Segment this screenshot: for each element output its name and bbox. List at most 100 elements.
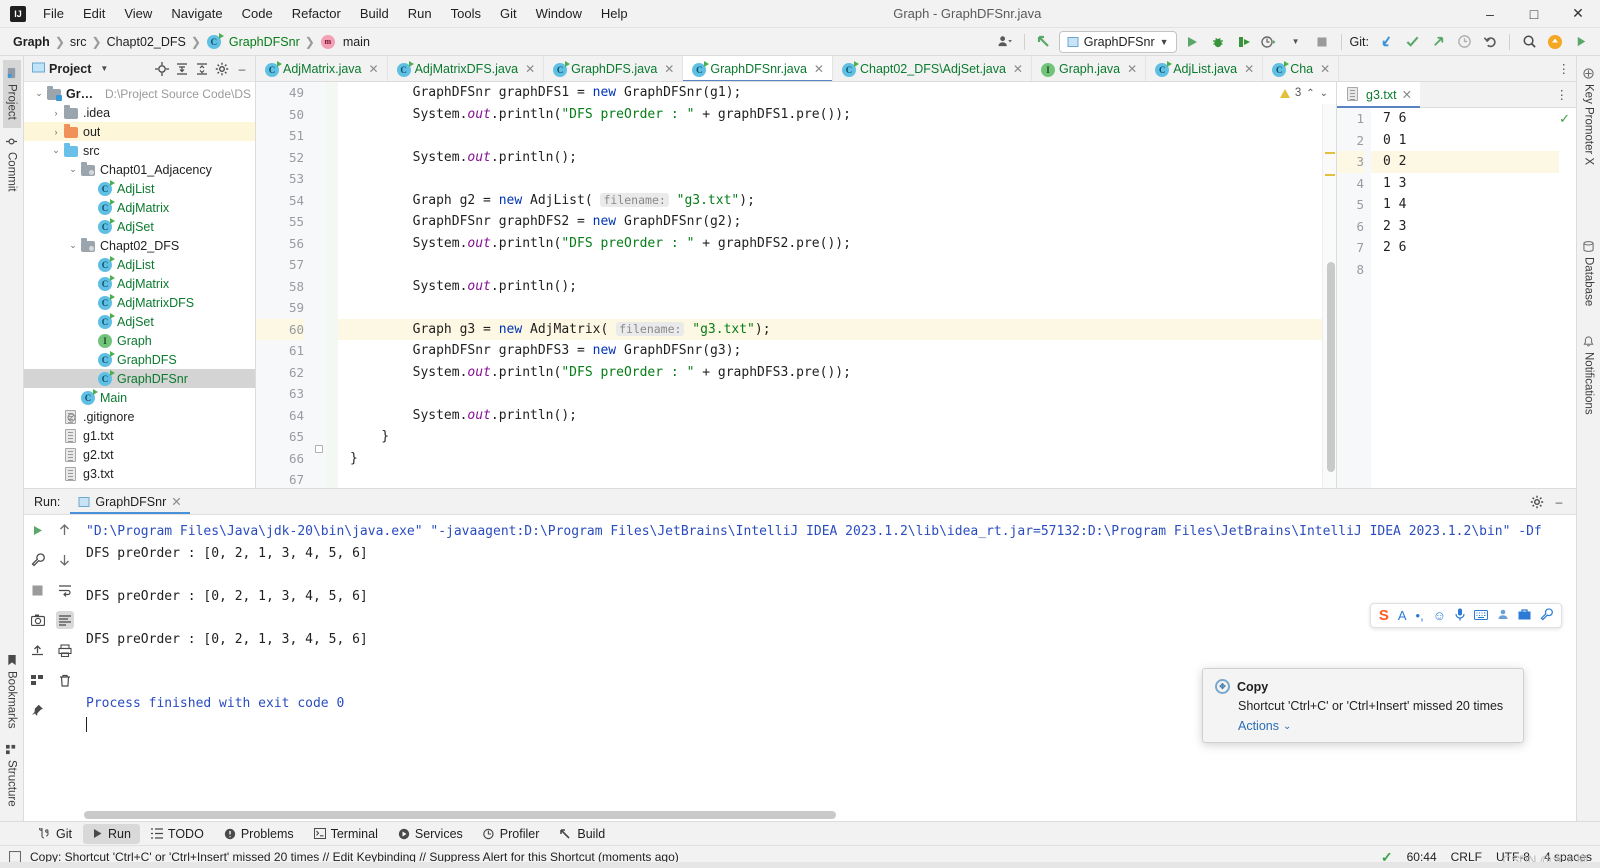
sidebar-item-structure[interactable]: Structure [3,736,21,815]
tree-item-main[interactable]: C Main [24,388,255,407]
tree-item-out[interactable]: › out [24,122,255,141]
tree-item-adjset[interactable]: C AdjSet [24,312,255,331]
sidebar-item-project[interactable]: Project [2,60,21,128]
more-tabs-icon[interactable]: ⋮ [1552,56,1577,81]
up-arrow-icon[interactable] [56,521,74,539]
code-content[interactable]: GraphDFSnr graphDFS1 = new GraphDFSnr(g1… [338,82,1322,488]
editor-tab-bar[interactable]: C AdjMatrix.java ✕ C AdjMatrixDFS.java ✕ C Grap… [256,56,1576,82]
tree-item-g2-txt[interactable]: g2.txt [24,445,255,464]
tree-item--gitignore[interactable]: .gitignore [24,407,255,426]
code-line[interactable]: System.out.println(); [350,147,1322,169]
hide-pane-icon[interactable]: – [1550,493,1568,511]
run-configuration-selector[interactable]: GraphDFSnr ▼ [1058,30,1177,53]
secondary-editor-body[interactable]: 1 2 3 4 5 6 7 8 7 60 10 21 31 42 32 6 ✓ [1337,108,1576,488]
menu-navigate[interactable]: Navigate [162,2,231,25]
git-commit-icon[interactable] [1401,31,1423,53]
tool-window-build[interactable]: Build [550,824,614,844]
tool-window-bar[interactable]: Git Run TODO Problems Terminal Services … [0,821,1600,845]
debug-icon[interactable] [1207,31,1229,53]
code-line[interactable] [350,254,1322,276]
tree-item-adjlist[interactable]: C AdjList [24,179,255,198]
breadcrumb-graph[interactable]: Graph [10,33,53,51]
git-push-icon[interactable] [1427,31,1449,53]
code-line[interactable]: System.out.println("DFS preOrder : " + g… [350,104,1322,126]
sidebar-item-commit[interactable]: Commit [3,128,21,200]
down-arrow-icon[interactable] [56,551,74,569]
collapse-all-icon[interactable] [193,60,211,78]
tree-item-graphdfs[interactable]: C GraphDFS [24,350,255,369]
code-line[interactable] [350,469,1322,488]
maximize-button[interactable]: □ [1512,0,1556,28]
settings-icon[interactable] [1528,493,1546,511]
sidebar-item-notifications[interactable]: Notifications [1580,328,1598,423]
ime-floating-toolbar[interactable]: S A •, ☺ [1369,603,1562,628]
close-icon[interactable]: ✕ [369,62,379,76]
fold-marker[interactable] [315,445,323,453]
more-tabs-icon[interactable]: ⋮ [1548,87,1577,102]
secondary-editor-tab-bar[interactable]: g3.txt ✕ ⋮ [1337,82,1576,108]
run-coverage-icon[interactable] [1233,31,1255,53]
tree-item-adjlist[interactable]: C AdjList [24,255,255,274]
wrench-icon[interactable] [29,551,47,569]
breadcrumb-src[interactable]: src [67,33,90,51]
tree-item-adjmatrixdfs[interactable]: C AdjMatrixDFS [24,293,255,312]
stop-icon[interactable] [29,581,47,599]
close-button[interactable]: ✕ [1556,0,1600,28]
file-line[interactable]: 0 2 [1371,151,1560,173]
warning-stripe-mark[interactable] [1325,174,1335,176]
menu-view[interactable]: View [115,2,161,25]
tree-item-g1-txt[interactable]: g1.txt [24,426,255,445]
sogou-logo-icon[interactable]: S [1379,607,1389,624]
menu-edit[interactable]: Edit [74,2,114,25]
file-line[interactable]: 1 3 [1383,173,1559,195]
chevron-down-icon[interactable]: ▼ [1285,31,1307,53]
stop-icon[interactable] [1311,31,1333,53]
editor-tab-graphdfs-java[interactable]: C GraphDFS.java ✕ [544,56,684,81]
code-line[interactable]: GraphDFSnr graphDFS1 = new GraphDFSnr(g1… [350,82,1322,104]
tab-g3-txt[interactable]: g3.txt ✕ [1337,82,1421,108]
project-tree[interactable]: ⌄ Graph D:\Project Source Code\DS › .idea › ou… [24,82,255,488]
chevron-right-icon[interactable]: › [49,127,63,137]
soft-wrap-icon[interactable] [56,581,74,599]
tool-window-git[interactable]: Git [30,824,81,844]
tree-item-adjmatrix[interactable]: C AdjMatrix [24,274,255,293]
tool-window-todo[interactable]: TODO [142,824,213,844]
menu-code[interactable]: Code [233,2,282,25]
tool-window-profiler[interactable]: Profiler [474,824,549,844]
settings-icon[interactable] [213,60,231,78]
input-mode-icon[interactable]: A [1398,608,1407,623]
tree-item-adjset[interactable]: C AdjSet [24,217,255,236]
tool-window-services[interactable]: Services [389,824,472,844]
prev-problem-icon[interactable]: ⌃ [1306,88,1314,99]
profiler-icon[interactable] [1259,31,1281,53]
close-icon[interactable]: ✕ [664,62,674,76]
menu-refactor[interactable]: Refactor [283,2,350,25]
rerun-icon[interactable] [29,521,47,539]
editor-tab-graph-java[interactable]: I Graph.java ✕ [1032,56,1147,81]
user-icon[interactable] [1497,608,1509,623]
console-horizontal-scrollbar[interactable] [84,811,836,819]
window-bottom-scrollbar[interactable] [0,862,1600,868]
chevron-down-icon[interactable]: ⌄ [49,145,63,156]
code-line[interactable]: Graph g2 = new AdjList( filename: "g3.tx… [350,190,1322,212]
tool-window-terminal[interactable]: Terminal [305,824,387,844]
tree-item--idea[interactable]: › .idea [24,103,255,122]
export-icon[interactable] [29,641,47,659]
sidebar-item-key-promoter[interactable]: Key Promoter X [1580,60,1598,173]
close-icon[interactable]: ✕ [1013,62,1023,76]
close-icon[interactable]: ✕ [1127,62,1137,76]
search-icon[interactable] [1518,31,1540,53]
code-line[interactable]: System.out.println("DFS preOrder : " + g… [350,362,1322,384]
tree-item-graphdfsnr[interactable]: C GraphDFSnr [24,369,255,388]
tree-item-graph[interactable]: I Graph [24,331,255,350]
code-line[interactable]: System.out.println(); [350,405,1322,427]
next-problem-icon[interactable]: ⌄ [1320,88,1328,99]
camera-icon[interactable] [29,611,47,629]
hide-pane-icon[interactable]: – [233,60,251,78]
warning-stripe-mark[interactable] [1325,152,1335,154]
updates-icon[interactable] [1544,31,1566,53]
tree-item-chapt01-adjacency[interactable]: ⌄ Chapt01_Adjacency [24,160,255,179]
tree-item-chapt02-dfs[interactable]: ⌄ Chapt02_DFS [24,236,255,255]
tree-item-src[interactable]: ⌄ src [24,141,255,160]
expand-all-icon[interactable] [173,60,191,78]
